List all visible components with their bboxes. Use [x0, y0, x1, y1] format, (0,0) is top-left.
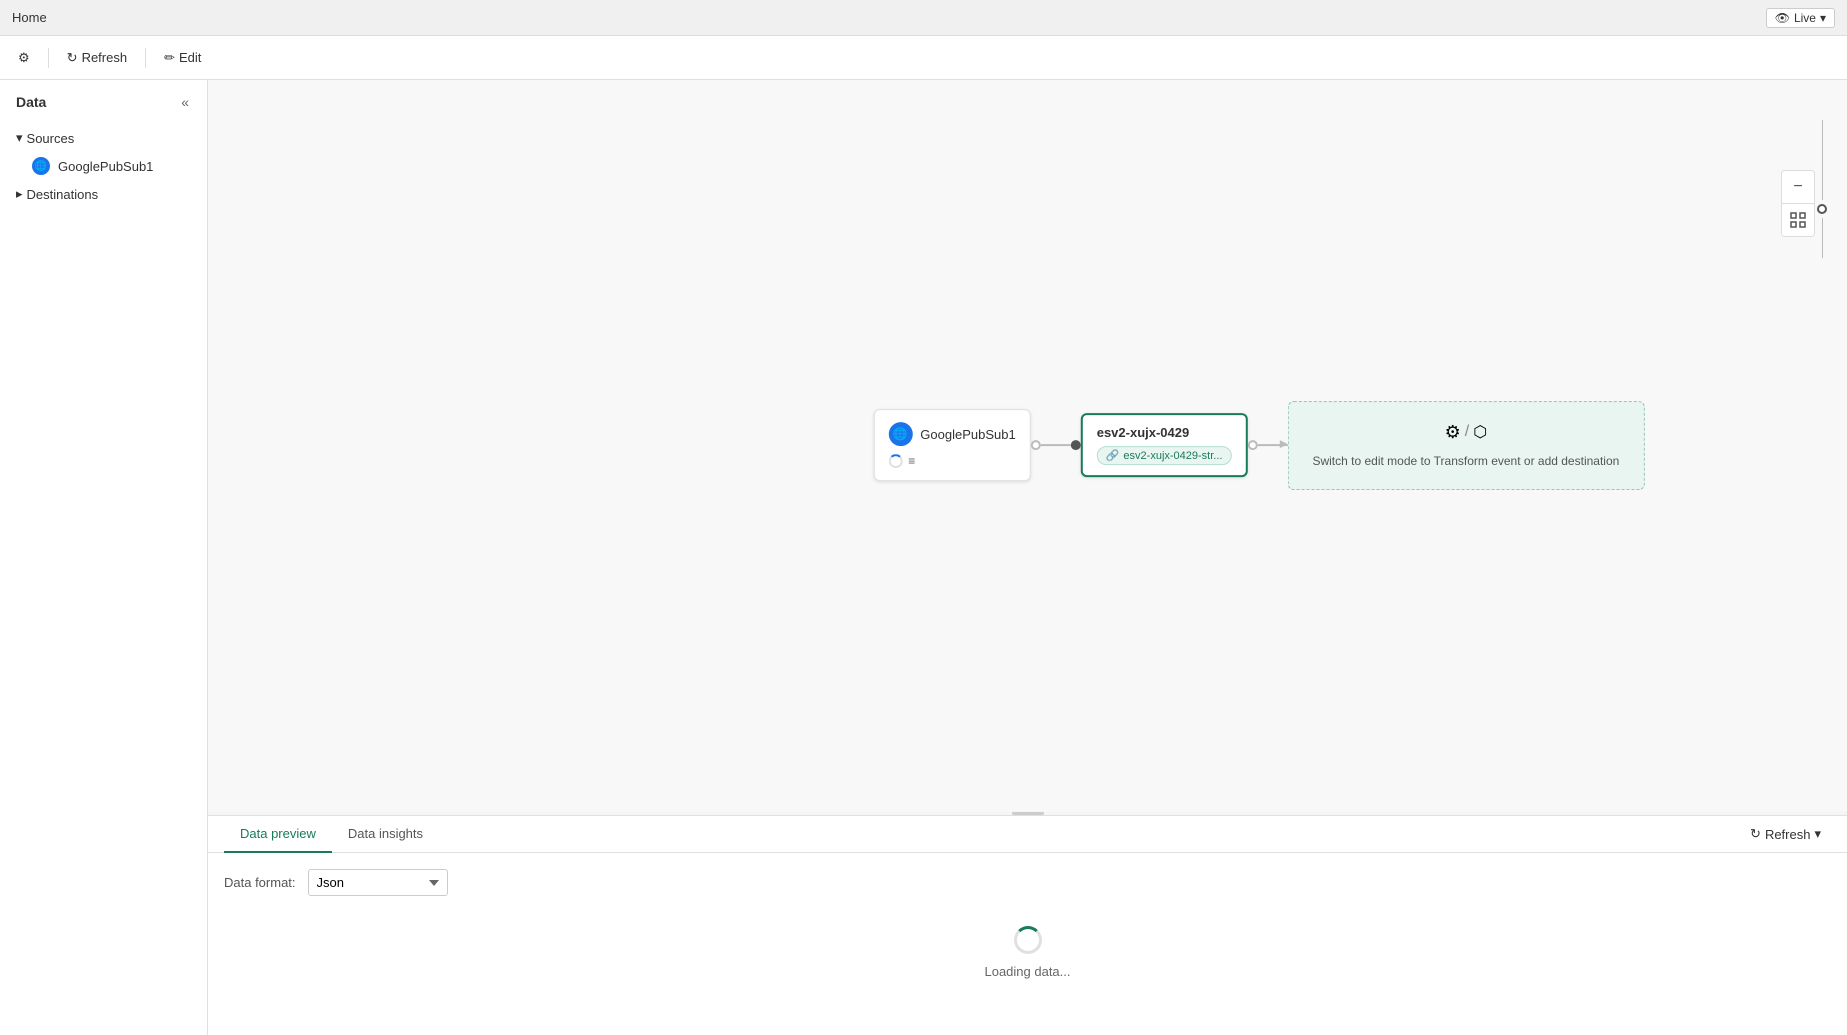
source-node-header: 🌐 GooglePubSub1 [888, 422, 1015, 446]
transform-icons: ⚙ / ⬡ [1312, 422, 1619, 443]
connector-dot-right [1071, 440, 1081, 450]
event-stream-title: esv2-xujx-0429 [1097, 425, 1232, 440]
source-node[interactable]: 🌐 GooglePubSub1 ≡ [873, 409, 1030, 481]
sidebar-section-sources: ▾ Sources 🌐 GooglePubSub1 [0, 124, 207, 180]
source-spinner [888, 454, 902, 468]
event-stream-node[interactable]: esv2-xujx-0429 🔗 esv2-xujx-0429-str... [1081, 413, 1248, 477]
event-stream-subtitle: 🔗 esv2-xujx-0429-str... [1097, 446, 1232, 465]
bottom-content: Data format: Json CSV XML Loading data..… [208, 853, 1847, 1035]
zoom-track [1822, 120, 1823, 200]
source-node-footer: ≡ [888, 454, 1015, 468]
googlepubsub1-label: GooglePubSub1 [58, 159, 153, 174]
live-label: Live [1794, 11, 1816, 25]
zoom-panel: + − [1813, 120, 1831, 258]
refresh-button[interactable]: ↻ Refresh [57, 45, 137, 71]
destinations-chevron-icon: ▸ [16, 186, 23, 202]
transform-message: Switch to edit mode to Transform event o… [1312, 453, 1619, 470]
main-layout: Data « ▾ Sources 🌐 GooglePubSub1 ▸ Desti… [0, 80, 1847, 1035]
zoom-minus-controls: − [1781, 170, 1815, 237]
eye-icon: 👁 [1775, 11, 1790, 25]
bottom-chevron-icon: ▾ [1814, 826, 1821, 842]
event-stream-subtitle-icon: 🔗 [1106, 449, 1120, 462]
live-chevron-icon: ▾ [1820, 11, 1826, 25]
bottom-tabs-bar: Data preview Data insights ↻ Refresh ▾ [208, 816, 1847, 853]
canvas[interactable]: 🌐 GooglePubSub1 ≡ esv2-xujx-04 [208, 80, 1847, 811]
source-menu-icon[interactable]: ≡ [908, 454, 915, 468]
googlepubsub1-icon: 🌐 [32, 157, 50, 175]
sidebar-header: Data « [0, 80, 207, 124]
bottom-refresh-icon: ↻ [1750, 826, 1761, 842]
zoom-fit-button[interactable] [1782, 204, 1814, 236]
edit-button[interactable]: ✏ Edit [154, 45, 211, 71]
bottom-refresh-label: Refresh [1765, 827, 1811, 842]
zoom-fit-icon [1790, 212, 1806, 228]
bottom-panel: Data preview Data insights ↻ Refresh ▾ D… [208, 815, 1847, 1035]
refresh-icon: ↻ [67, 50, 78, 66]
sidebar-section-destinations: ▸ Destinations [0, 180, 207, 208]
zoom-thumb [1817, 204, 1827, 214]
transform-node[interactable]: ⚙ / ⬡ Switch to edit mode to Transform e… [1287, 401, 1644, 491]
title-bar: Home 👁 Live ▾ [0, 0, 1847, 36]
connector-dot-2 [1247, 440, 1257, 450]
source-node-title: GooglePubSub1 [920, 427, 1015, 442]
arrow-line [1257, 444, 1287, 446]
sidebar-title: Data [16, 94, 46, 110]
data-format-select[interactable]: Json CSV XML [308, 869, 448, 896]
loading-text: Loading data... [984, 964, 1070, 979]
sidebar-collapse-button[interactable]: « [179, 92, 191, 112]
flow-area: 🌐 GooglePubSub1 ≡ esv2-xujx-04 [873, 401, 1644, 491]
sidebar: Data « ▾ Sources 🌐 GooglePubSub1 ▸ Desti… [0, 80, 208, 1035]
zoom-out-button[interactable]: − [1782, 171, 1814, 203]
destinations-label: Destinations [27, 187, 99, 202]
zoom-track-2 [1822, 218, 1823, 258]
toolbar: ⚙ ↻ Refresh ✏ Edit [0, 36, 1847, 80]
tab-data-insights[interactable]: Data insights [332, 816, 439, 853]
transform-slash: / [1465, 423, 1469, 441]
toolbar-separator [48, 48, 49, 68]
event-stream-subtitle-text: esv2-xujx-0429-str... [1123, 450, 1222, 462]
toolbar-separator-2 [145, 48, 146, 68]
data-format-row: Data format: Json CSV XML [224, 869, 1831, 896]
loading-area: Loading data... [224, 912, 1831, 992]
connector-1 [1031, 440, 1081, 450]
loading-spinner [1014, 926, 1042, 954]
connector-2 [1247, 440, 1287, 450]
source-node-icon: 🌐 [888, 422, 912, 446]
page-title: Home [12, 10, 47, 25]
canvas-container: 🌐 GooglePubSub1 ≡ esv2-xujx-04 [208, 80, 1847, 1035]
sources-chevron-icon: ▾ [16, 130, 23, 146]
tab-data-preview[interactable]: Data preview [224, 816, 332, 853]
bottom-refresh-button[interactable]: ↻ Refresh ▾ [1740, 820, 1831, 848]
sources-label: Sources [27, 131, 75, 146]
sidebar-item-googlepubsub1[interactable]: 🌐 GooglePubSub1 [0, 152, 207, 180]
transform-gear-icon: ⚙ [1445, 422, 1461, 443]
destinations-section-header[interactable]: ▸ Destinations [0, 180, 207, 208]
transform-export-icon: ⬡ [1473, 422, 1487, 442]
connector-line-1 [1041, 444, 1071, 446]
live-badge[interactable]: 👁 Live ▾ [1766, 8, 1835, 28]
connector-dot-left [1031, 440, 1041, 450]
bottom-tabs-left: Data preview Data insights [224, 816, 439, 852]
data-format-label: Data format: [224, 875, 296, 890]
edit-icon: ✏ [164, 50, 175, 66]
sources-section-header[interactable]: ▾ Sources [0, 124, 207, 152]
gear-icon: ⚙ [18, 50, 30, 66]
settings-button[interactable]: ⚙ [8, 45, 40, 71]
